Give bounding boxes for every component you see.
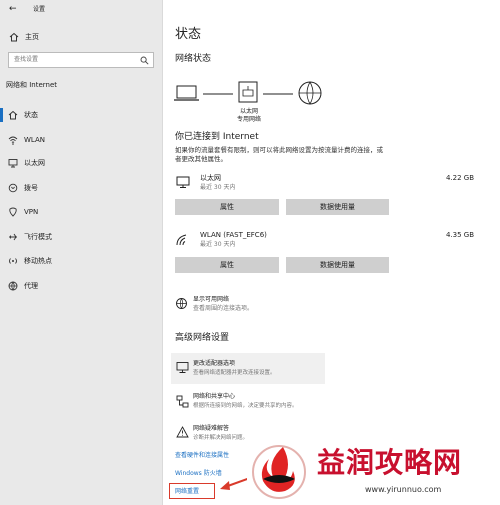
vpn-icon xyxy=(9,207,17,217)
monitor-icon xyxy=(8,159,18,168)
sharing-title: 网络和共享中心 xyxy=(193,393,236,400)
sidebar-item-dialup[interactable]: 拨号 xyxy=(0,178,162,198)
network-globe-icon xyxy=(176,298,187,309)
back-icon[interactable]: ← xyxy=(9,5,17,14)
settings-sidebar: ← 设置 主页 查找设置 网络和 Internet 状态 WLAN 以太网 拨号… xyxy=(0,0,163,505)
diagram-label-private: 专用网络 xyxy=(237,116,262,123)
data-usage-button[interactable]: 数据使用量 xyxy=(286,199,389,215)
sidebar-item-label: 以太网 xyxy=(24,159,45,167)
wifi-icon xyxy=(8,136,18,145)
home-icon xyxy=(9,32,19,42)
firewall-link[interactable]: Windows 防火墙 xyxy=(175,470,222,478)
adapter-title: 更改适配器选项 xyxy=(193,360,236,367)
sidebar-item-hotspot[interactable]: 移动热点 xyxy=(0,251,162,271)
globe-icon xyxy=(8,281,18,291)
monitor-icon xyxy=(176,176,190,188)
network-status-heading: 网络状态 xyxy=(175,54,212,64)
sidebar-item-label: 拨号 xyxy=(24,184,38,192)
sidebar-item-ethernet[interactable]: 以太网 xyxy=(0,153,162,173)
sidebar-item-label: VPN xyxy=(24,208,39,216)
laptop-icon xyxy=(174,85,199,101)
connection-usage: 4.22 GB xyxy=(446,174,475,182)
nav-home[interactable]: 主页 xyxy=(0,30,162,46)
hotspot-icon xyxy=(9,258,17,264)
router-icon xyxy=(238,81,258,103)
nav-home-label: 主页 xyxy=(25,33,39,41)
selected-indicator xyxy=(0,108,3,122)
properties-button[interactable]: 属性 xyxy=(175,199,279,215)
sidebar-item-airplane[interactable]: 飞行模式 xyxy=(0,227,162,247)
warning-icon xyxy=(176,426,189,438)
watermark-text: 益润攻略网 xyxy=(317,446,463,479)
dialup-icon xyxy=(8,183,18,193)
sidebar-item-label: WLAN xyxy=(24,136,46,144)
connected-title: 你已连接到 Internet xyxy=(175,132,259,142)
show-networks-title: 显示可用网络 xyxy=(193,296,230,303)
sidebar-item-wlan[interactable]: WLAN xyxy=(0,130,162,150)
page-title: 状态 xyxy=(175,27,202,42)
connection-time: 最近 30 天内 xyxy=(200,184,236,191)
sidebar-item-label: 移动热点 xyxy=(24,257,52,265)
sidebar-item-status[interactable]: 状态 xyxy=(0,105,162,125)
watermark-logo-icon xyxy=(252,445,306,499)
connection-name: WLAN (FAST_EFC6) xyxy=(200,231,267,239)
sidebar-item-label: 飞行模式 xyxy=(24,233,52,241)
sidebar-item-vpn[interactable]: VPN xyxy=(0,202,162,222)
advanced-heading: 高级网络设置 xyxy=(175,333,230,343)
sharing-desc: 根据所连接到的网络，决定要共享的内容。 xyxy=(193,403,298,409)
show-networks-item[interactable]: 显示可用网络 查看周围的连接选项。 xyxy=(171,292,331,318)
show-networks-desc: 查看周围的连接选项。 xyxy=(193,305,254,312)
connection-usage: 4.35 GB xyxy=(446,231,475,239)
window-title: 设置 xyxy=(33,6,46,13)
sidebar-section-title: 网络和 Internet xyxy=(6,81,58,89)
sidebar-item-label: 状态 xyxy=(24,111,38,119)
connection-name: 以太网 xyxy=(200,174,221,182)
watermark-url: www.yirunnuo.com xyxy=(365,485,442,494)
connection-time: 最近 30 天内 xyxy=(200,241,236,248)
adapter-desc: 查看网络适配器并更改连接设置。 xyxy=(193,370,276,376)
data-usage-button[interactable]: 数据使用量 xyxy=(286,257,389,273)
properties-button[interactable]: 属性 xyxy=(175,257,279,273)
connection-description: 如果你的流量套餐有限制，则可以将此网络设置为按流量计费的连接，或者更改其他属性。 xyxy=(175,146,383,163)
troubleshooter-desc: 诊断并解决网络问题。 xyxy=(193,435,249,441)
search-placeholder: 查找设置 xyxy=(14,56,39,63)
network-reset-link[interactable]: 网络重置 xyxy=(175,488,199,496)
airplane-icon xyxy=(9,233,17,241)
adapter-monitor-icon xyxy=(176,362,189,373)
sharing-center-icon xyxy=(176,395,189,408)
change-adapter-options[interactable]: 更改适配器选项 查看网络适配器并更改连接设置。 xyxy=(171,353,325,384)
search-icon xyxy=(140,56,149,65)
search-input[interactable]: 查找设置 xyxy=(8,52,154,68)
watermark: 益润攻略网 www.yirunnuo.com xyxy=(247,440,500,505)
sidebar-item-proxy[interactable]: 代理 xyxy=(0,276,162,296)
sidebar-item-label: 代理 xyxy=(24,282,38,290)
network-sharing-center[interactable]: 网络和共享中心 根据所连接到的网络，决定要共享的内容。 xyxy=(171,389,331,417)
main-content: 状态 网络状态 以太网 专用网络 你已连接到 Internet 如果你的流量套餐… xyxy=(163,0,500,505)
hardware-properties-link[interactable]: 查看硬件和连接属性 xyxy=(175,452,229,460)
globe-icon xyxy=(298,81,322,105)
wifi-icon xyxy=(176,234,187,246)
home-icon xyxy=(8,110,18,120)
troubleshooter-title: 网络疑难解答 xyxy=(193,425,230,432)
diagram-label-ethernet: 以太网 xyxy=(240,108,259,115)
